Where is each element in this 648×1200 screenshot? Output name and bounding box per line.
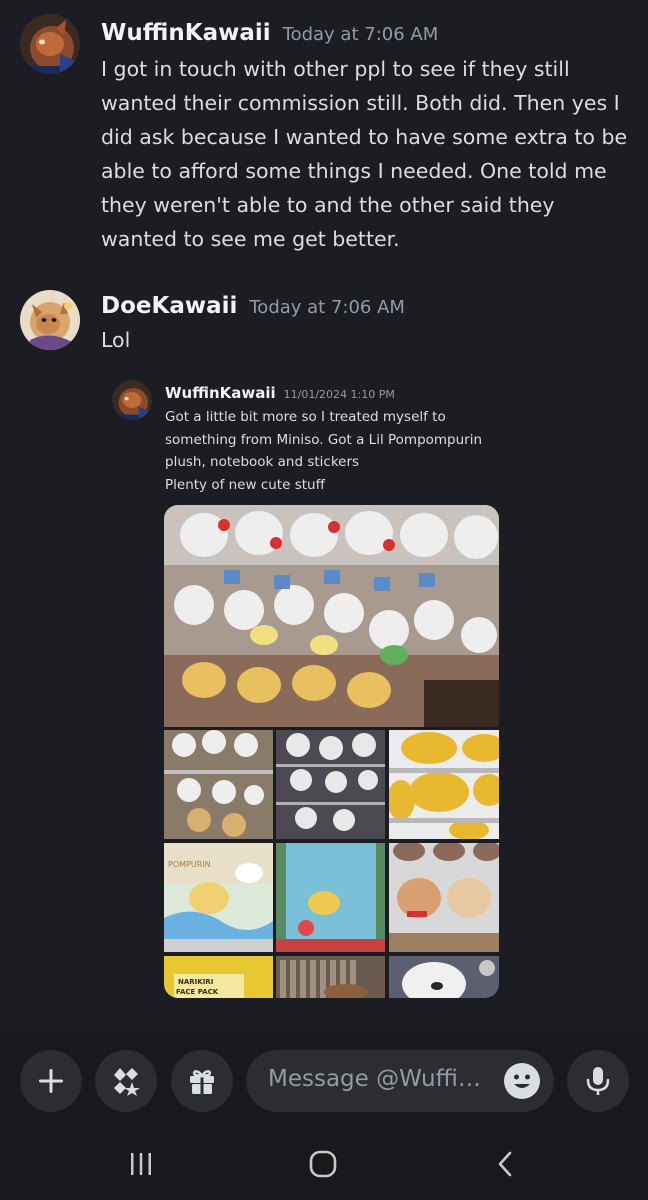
emoji-button[interactable]: [504, 1063, 540, 1099]
home-icon: [309, 1150, 337, 1178]
message-timestamp: Today at 7:06 AM: [282, 24, 439, 45]
gallery-image-books[interactable]: [276, 956, 385, 998]
forwarded-text-2: Plenty of new cute stuff: [165, 477, 325, 493]
gift-button[interactable]: [171, 1050, 233, 1112]
avatar[interactable]: [112, 380, 152, 420]
gallery-image-shelf[interactable]: [164, 730, 273, 839]
add-button[interactable]: [20, 1050, 82, 1112]
message-input-placeholder: Message @Wuffi…: [268, 1066, 481, 1092]
home-button[interactable]: [293, 1142, 353, 1186]
forwarded-timestamp: 11/01/2024 1:10 PM: [283, 388, 395, 401]
system-navigation-bar: [0, 1130, 648, 1200]
message-composer: Message @Wuffi…: [0, 1035, 648, 1130]
back-button[interactable]: [475, 1142, 535, 1186]
notebook-label: POMPURIN: [168, 860, 211, 869]
message-author[interactable]: WuffinKawaii: [101, 20, 271, 46]
forwarded-author[interactable]: WuffinKawaii: [165, 384, 276, 402]
gallery-image-shelf-2[interactable]: [276, 730, 385, 839]
face-pack-label-2: FACE PACK: [176, 988, 219, 996]
message-input[interactable]: Message @Wuffi…: [246, 1050, 554, 1112]
back-icon: [498, 1151, 512, 1177]
message-group: WuffinKawaii Today at 7:06 AM I got in t…: [0, 0, 648, 270]
forwarded-text: Got a little bit more so I treated mysel…: [165, 409, 483, 470]
forwarded-header: WuffinKawaii 11/01/2024 1:10 PM: [165, 384, 395, 402]
recents-icon: [131, 1153, 151, 1175]
gallery-image-capybara[interactable]: [389, 730, 499, 839]
emoji-icon: [514, 1074, 530, 1088]
gallery-image-pompurin-notebook[interactable]: POMPURIN: [164, 843, 273, 952]
voice-message-button[interactable]: [567, 1050, 629, 1112]
gallery-image-bear-plush[interactable]: [389, 843, 499, 952]
message-text: I got in touch with other ppl to see if …: [101, 57, 628, 251]
gallery-image-face-pack[interactable]: NARIKIRI FACE PACK: [164, 956, 273, 998]
recents-button[interactable]: [111, 1142, 171, 1186]
gift-icon: [190, 1070, 214, 1094]
message-author[interactable]: DoeKawaii: [101, 293, 237, 319]
microphone-icon: [586, 1067, 610, 1095]
message-text: Lol: [101, 328, 131, 352]
message-header: WuffinKawaii Today at 7:06 AM: [101, 20, 438, 46]
plus-icon: [39, 1069, 63, 1093]
gallery-image-seal-plush[interactable]: [389, 956, 499, 998]
avatar[interactable]: [20, 14, 80, 74]
gallery-image-stickers[interactable]: [276, 843, 385, 952]
image-gallery[interactable]: POMPURIN NARIKIRI FACE PACK: [164, 505, 499, 998]
gallery-image-plush-display[interactable]: [164, 505, 499, 727]
message-timestamp: Today at 7:06 AM: [249, 297, 405, 318]
chat-messages[interactable]: WuffinKawaii Today at 7:06 AM I got in t…: [0, 0, 648, 1035]
apps-icon: [114, 1068, 140, 1096]
message-header: DoeKawaii Today at 7:06 AM: [101, 293, 405, 319]
avatar[interactable]: [20, 290, 80, 350]
apps-button[interactable]: [95, 1050, 157, 1112]
face-pack-label: NARIKIRI: [178, 978, 213, 986]
